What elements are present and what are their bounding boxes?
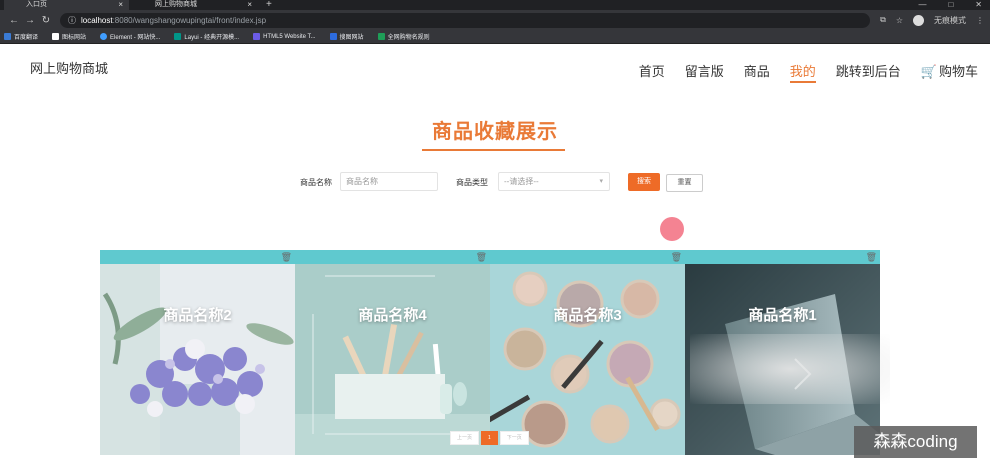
bookmark-label: HTML5 Website T... [263,33,316,40]
url-host: localhost [81,15,113,25]
bookmark-icon [100,33,108,40]
page-content: 网上购物商城 首页 留言版 商品 我的 跳转到后台 🛒 购物车 商品收藏展示 商品… [0,44,990,472]
bookmark-icon [174,33,182,40]
type-filter-label: 商品类型 [456,178,488,187]
bookmark-item[interactable]: 图标网站 [52,32,86,41]
main-nav: 首页 留言版 商品 我的 跳转到后台 🛒 购物车 [639,61,978,83]
bookmark-item[interactable]: HTML5 Website T... [253,33,316,40]
tab-title: 网上购物商城 [155,1,197,8]
bookmark-icon [4,33,11,40]
product-card[interactable]: 🗑 [100,250,295,455]
new-tab-button[interactable]: + [266,0,272,10]
maximize-button[interactable]: □ [948,0,953,9]
delete-icon[interactable]: 🗑 [866,252,877,263]
name-filter-input[interactable]: 商品名称 [340,172,438,191]
bookmark-icon [329,33,337,40]
product-card[interactable]: 🗑 [490,250,685,455]
bookmark-item[interactable]: 百度翻译 [4,32,38,41]
title-underline [422,149,565,151]
bookmark-label: 全网购物名规则 [387,35,430,41]
bookmark-item[interactable]: Element - 网站快... [100,32,160,41]
nav-products[interactable]: 商品 [744,61,770,83]
toolbar-right: ⧉ ☆ 无痕模式 ⋮ [880,14,984,26]
page-number-button[interactable]: 1 [481,431,498,445]
next-page-button[interactable]: 下一页 [499,431,529,445]
close-icon[interactable]: × [118,0,123,10]
name-filter-label: 商品名称 [300,178,332,187]
card-header: 🗑 [295,250,490,264]
reset-button[interactable]: 重置 [666,174,703,192]
nav-guestbook[interactable]: 留言版 [685,61,724,83]
page-title: 商品收藏展示 [432,121,558,143]
pagination: 上一页 1 下一页 [450,431,529,445]
profile-label[interactable]: 无痕模式 [934,15,966,26]
bookmark-icon [377,33,385,40]
bookmark-label: 图标网站 [62,35,87,41]
star-icon[interactable]: ☆ [896,16,903,25]
card-header: 🗑 [685,250,880,264]
bookmark-item[interactable]: 全网购物名规则 [377,32,430,41]
nav-admin[interactable]: 跳转到后台 [836,61,901,83]
product-name: 商品名称2 [163,307,232,324]
url-path: :8080/wangshangowupingtai/front/index.js… [112,15,267,25]
bookmark-label: Layui - 经典开源模... [184,35,240,41]
blur-overlay [690,334,890,404]
bookmark-item[interactable]: Layui - 经典开源模... [174,32,239,41]
info-icon: ⓘ [68,15,76,25]
reload-icon[interactable]: ↻ [38,15,54,26]
nav-cart[interactable]: 🛒 购物车 [921,61,978,83]
browser-tab-shop[interactable]: 网上购物商城 × [133,0,258,10]
tab-title: 入口页 [26,1,47,8]
close-icon[interactable]: × [247,0,252,10]
prev-page-button[interactable]: 上一页 [450,431,480,445]
product-name: 商品名称4 [358,307,427,324]
more-menu-icon[interactable]: ⋮ [976,16,984,25]
back-icon[interactable]: ← [6,15,22,26]
card-header: 🗑 [490,250,685,264]
search-button[interactable]: 搜索 [628,173,660,191]
video-watermark: 森森coding [854,426,977,458]
translate-icon[interactable]: ⧉ [880,15,886,25]
address-bar-row: ← → ↻ ⓘ localhost:8080/wangshangowupingt… [0,10,990,30]
product-image [490,264,685,455]
product-card[interactable]: 🗑 [295,250,490,455]
chevron-down-icon: ▾ [599,178,603,185]
card-header: 🗑 [100,250,295,264]
close-window-button[interactable]: ✕ [975,0,982,9]
bookmarks-bar: 百度翻译 图标网站 Element - 网站快... Layui - 经典开源模… [0,30,990,44]
nav-mine[interactable]: 我的 [789,61,816,83]
product-image [295,264,490,455]
bookmark-icon [52,33,60,40]
site-logo[interactable]: 网上购物商城 [30,58,108,77]
cart-icon: 🛒 [920,64,937,79]
product-name: 商品名称1 [748,307,817,324]
product-name: 商品名称3 [553,307,622,324]
bookmark-label: 百度翻译 [14,35,39,41]
bookmark-icon [253,33,261,40]
nav-home[interactable]: 首页 [639,61,665,83]
type-filter-select[interactable]: --请选择-- ▾ [498,172,610,191]
type-selected-value: --请选择-- [504,177,539,186]
forward-icon[interactable]: → [22,15,38,26]
bookmark-item[interactable]: 搜图网站 [329,32,364,41]
delete-icon[interactable]: 🗑 [671,252,682,263]
window-controls: — □ ✕ [918,0,982,9]
click-indicator [660,217,684,241]
browser-tab-strip: 入口页 × 网上购物商城 × + — □ ✕ [0,0,990,10]
nav-cart-label: 购物车 [938,64,978,79]
bookmark-label: Element - 网站快... [110,35,161,41]
url-input[interactable]: ⓘ localhost:8080/wangshangowupingtai/fro… [60,12,871,28]
profile-avatar[interactable] [913,14,924,26]
product-image [100,264,295,455]
bookmark-label: 搜图网站 [339,35,364,41]
minimize-button[interactable]: — [918,0,926,9]
delete-icon[interactable]: 🗑 [476,252,487,263]
browser-tab-entry[interactable]: 入口页 × [4,0,129,10]
delete-icon[interactable]: 🗑 [281,252,292,263]
